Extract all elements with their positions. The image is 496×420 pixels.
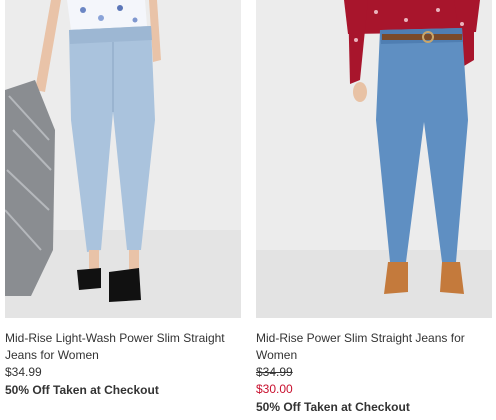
product-title[interactable]: Mid-Rise Power Slim Straight Jeans for W…: [256, 330, 492, 364]
product-image[interactable]: [256, 0, 492, 318]
promo-text: 50% Off Taken at Checkout: [5, 383, 159, 397]
product-card[interactable]: Mid-Rise Light-Wash Power Slim Straight …: [5, 0, 241, 399]
sale-price: $30.00: [256, 382, 293, 396]
product-image[interactable]: [5, 0, 241, 318]
product-card[interactable]: Mid-Rise Power Slim Straight Jeans for W…: [256, 0, 492, 416]
product-price: $34.99: [5, 365, 42, 379]
promo-text: 50% Off Taken at Checkout: [256, 400, 410, 414]
product-title[interactable]: Mid-Rise Light-Wash Power Slim Straight …: [5, 330, 241, 364]
original-price: $34.99: [256, 365, 293, 379]
